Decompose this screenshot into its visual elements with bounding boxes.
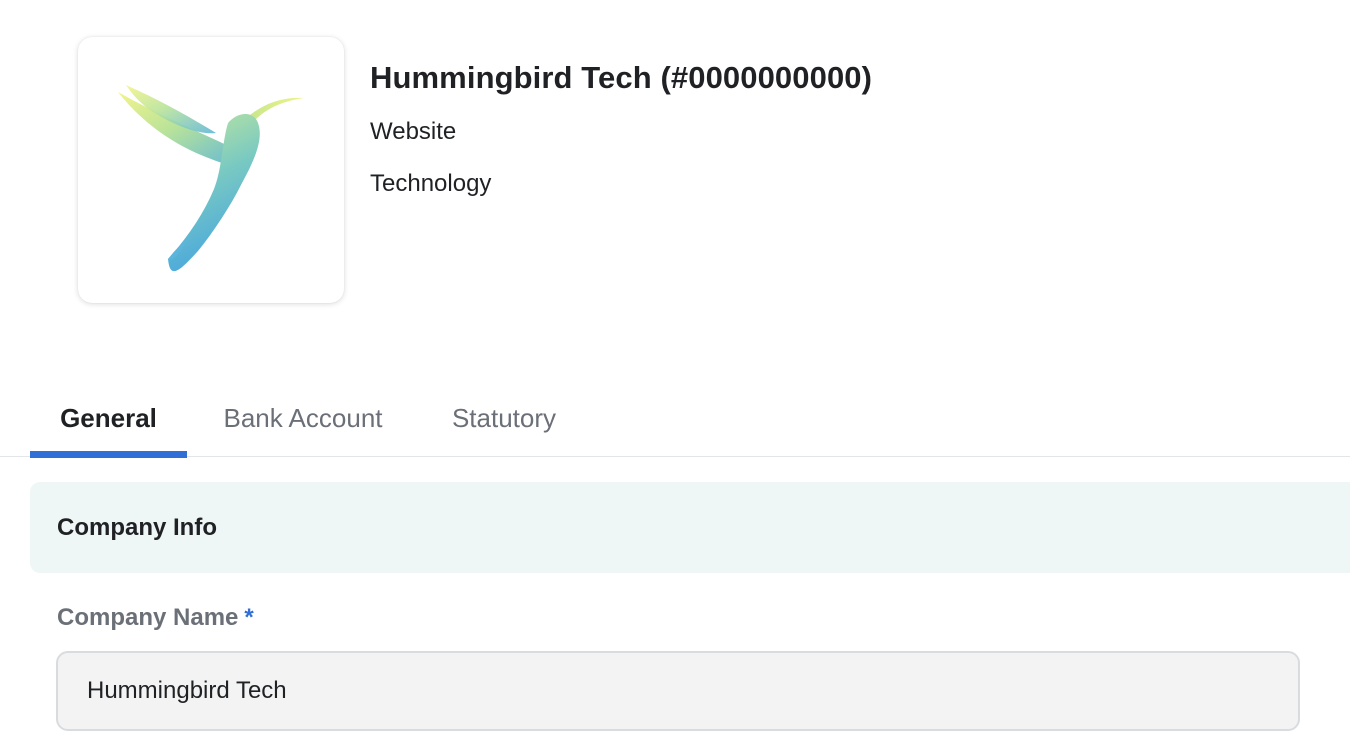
company-name-label: Company Name * — [57, 604, 254, 632]
company-profile-page: Hummingbird Tech (#0000000000) Website T… — [0, 0, 1350, 744]
company-name-label-text: Company Name — [57, 604, 239, 631]
company-logo[interactable] — [78, 37, 344, 303]
company-industry: Technology — [370, 170, 492, 197]
tab-general[interactable]: General — [30, 380, 187, 458]
section-title: Company Info — [57, 513, 217, 541]
hummingbird-logo-icon — [118, 85, 304, 272]
company-website[interactable]: Website — [370, 118, 456, 146]
tab-bank-account[interactable]: Bank Account — [198, 380, 408, 456]
company-name-input[interactable] — [56, 651, 1300, 731]
required-indicator: * — [244, 604, 254, 631]
section-header-company-info: Company Info — [30, 482, 1350, 573]
tab-statutory[interactable]: Statutory — [430, 380, 578, 456]
company-title: Hummingbird Tech (#0000000000) — [370, 60, 873, 95]
tab-bar: General Bank Account Statutory — [0, 380, 1350, 458]
